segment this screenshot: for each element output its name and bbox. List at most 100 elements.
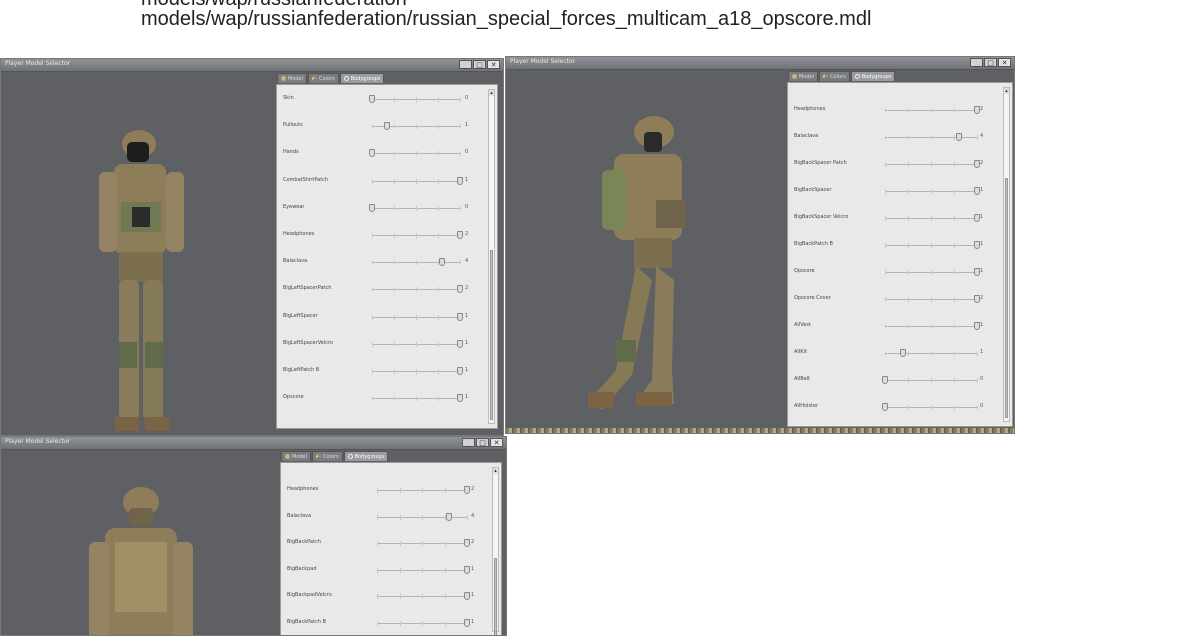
slider-tick bbox=[954, 108, 955, 113]
bodygroup-slider-knob[interactable] bbox=[457, 312, 463, 321]
title-bar[interactable]: Player Model Selector _ □ ✕ bbox=[1, 437, 506, 450]
slider-tick bbox=[885, 162, 886, 167]
bodygroup-slider-knob[interactable] bbox=[464, 592, 470, 600]
slider-tick bbox=[416, 178, 417, 184]
slider-tick bbox=[444, 567, 446, 573]
bodygroup-slider-knob[interactable] bbox=[457, 339, 463, 348]
tab-model[interactable]: Model bbox=[788, 71, 819, 81]
tab-colors[interactable]: Colors bbox=[312, 451, 343, 461]
bodygroup-row: Balaclava 4 bbox=[788, 131, 1000, 143]
scroll-thumb[interactable] bbox=[1005, 178, 1008, 418]
slider-tick bbox=[931, 189, 932, 194]
bodygroup-slider-knob[interactable] bbox=[464, 486, 470, 494]
bodygroup-slider-knob[interactable] bbox=[457, 176, 463, 185]
ground-strip bbox=[506, 428, 1014, 433]
scroll-up-arrow[interactable]: ▴ bbox=[489, 90, 494, 96]
slider-tick bbox=[399, 488, 401, 493]
minimize-button[interactable]: _ bbox=[459, 60, 472, 69]
slider-tick bbox=[394, 287, 395, 293]
slider-tick bbox=[394, 233, 395, 238]
bodygroup-value: 1 bbox=[465, 312, 469, 319]
maximize-button[interactable]: □ bbox=[476, 438, 489, 447]
window-title: Player Model Selector bbox=[5, 438, 71, 445]
slider-tick bbox=[372, 287, 373, 293]
slider-tick bbox=[394, 151, 395, 157]
soldier-model-front bbox=[99, 130, 184, 431]
vertical-scrollbar[interactable]: ▴ bbox=[488, 89, 495, 424]
bodygroup-slider-knob[interactable] bbox=[446, 512, 452, 521]
minimize-button[interactable]: _ bbox=[970, 58, 983, 67]
slider-tick bbox=[954, 297, 955, 302]
slider-tick bbox=[394, 178, 395, 184]
tab-model[interactable]: Model bbox=[281, 451, 312, 461]
slider-tick bbox=[931, 405, 932, 410]
vertical-scrollbar[interactable]: ▴ bbox=[1003, 87, 1010, 422]
bodygroup-value: 1 bbox=[980, 214, 984, 220]
bodygroup-slider-knob[interactable] bbox=[369, 203, 375, 212]
close-button[interactable]: ✕ bbox=[490, 438, 503, 447]
bodygroup-slider-knob[interactable] bbox=[369, 149, 375, 158]
bodygroup-slider-knob[interactable] bbox=[464, 565, 470, 574]
slider-tick bbox=[908, 324, 909, 329]
vertical-scrollbar[interactable]: ▴ bbox=[492, 467, 499, 635]
palette-icon bbox=[823, 74, 829, 79]
slider-tick bbox=[954, 405, 955, 410]
bodygroup-slider-knob[interactable] bbox=[464, 539, 470, 547]
tab-bodygroups[interactable]: Bodygroups bbox=[343, 451, 389, 461]
bodygroup-row: BigLeftSpacerPatch 2 bbox=[277, 283, 485, 295]
model-preview-viewport[interactable] bbox=[506, 70, 786, 433]
bodygroup-slider-knob[interactable] bbox=[457, 394, 463, 403]
bodygroup-slider-knob[interactable] bbox=[955, 133, 962, 141]
bodygroup-row: Headphones 2 bbox=[277, 229, 485, 241]
scroll-up-arrow[interactable]: ▴ bbox=[493, 468, 498, 474]
bodygroup-slider-knob[interactable] bbox=[369, 95, 375, 103]
bodygroup-slider-knob[interactable] bbox=[383, 122, 390, 131]
model-preview-viewport[interactable] bbox=[1, 72, 275, 435]
bodygroup-slider-knob[interactable] bbox=[439, 258, 446, 267]
bodygroup-label: BigLeftSpacerPatch bbox=[283, 285, 332, 292]
bodygroups-panel: Headphones 2 Balaclava 4 BigBackPatch 2 BigBac… bbox=[280, 462, 502, 635]
scroll-up-arrow[interactable]: ▴ bbox=[1004, 88, 1009, 94]
maximize-button[interactable]: □ bbox=[473, 60, 486, 69]
slider-tick bbox=[416, 396, 417, 402]
bodygroup-slider-knob[interactable] bbox=[882, 403, 888, 411]
gear-icon bbox=[347, 454, 353, 459]
slider-tick bbox=[422, 594, 423, 599]
tab-bodygroups[interactable]: Bodygroups bbox=[339, 73, 385, 83]
scroll-thumb[interactable] bbox=[490, 250, 493, 420]
minimize-button[interactable]: _ bbox=[462, 438, 475, 447]
scroll-thumb[interactable] bbox=[494, 558, 497, 635]
model-preview-viewport[interactable] bbox=[1, 450, 279, 635]
player-model-selector-window: Player Model Selector _ □ ✕ Model Colors… bbox=[0, 436, 507, 636]
bodygroup-slider-knob[interactable] bbox=[464, 618, 470, 627]
bodygroup-slider-knob[interactable] bbox=[457, 231, 463, 239]
slider-tick bbox=[399, 567, 401, 573]
slider-tick bbox=[908, 189, 909, 194]
bodygroup-slider-knob[interactable] bbox=[882, 376, 888, 384]
bodygroup-label: Eyewear bbox=[283, 203, 305, 210]
tab-bodygroups[interactable]: Bodygroups bbox=[850, 71, 896, 81]
title-bar[interactable]: Player Model Selector _ □ ✕ bbox=[1, 59, 503, 72]
bodygroup-label: Pullouts bbox=[283, 122, 303, 129]
bodygroup-value: 0 bbox=[465, 203, 469, 210]
bodygroup-slider-knob[interactable] bbox=[457, 285, 463, 294]
close-button[interactable]: ✕ bbox=[487, 60, 500, 69]
bodygroup-slider-knob[interactable] bbox=[457, 367, 463, 375]
tab-colors[interactable]: Colors bbox=[308, 73, 339, 83]
bodygroup-label: BigLeftSpacer bbox=[283, 312, 318, 319]
bodygroup-row: CombatShirtPatch 1 bbox=[277, 175, 485, 187]
slider-tick bbox=[460, 260, 461, 266]
slider-tick bbox=[885, 324, 886, 329]
maximize-button[interactable]: □ bbox=[984, 58, 997, 67]
bodygroup-slider-knob[interactable] bbox=[900, 349, 907, 357]
bodygroup-label: Balaclava bbox=[283, 258, 308, 265]
slider-tick bbox=[885, 216, 886, 221]
tab-colors[interactable]: Colors bbox=[819, 71, 850, 81]
title-bar[interactable]: Player Model Selector _ □ ✕ bbox=[506, 57, 1014, 70]
tab-model[interactable]: Model bbox=[277, 73, 308, 83]
slider-tick bbox=[954, 189, 955, 194]
close-button[interactable]: ✕ bbox=[998, 58, 1011, 67]
bodygroup-value: 1 bbox=[980, 349, 984, 355]
slider-tick bbox=[422, 620, 423, 626]
bodygroup-label: Skin bbox=[283, 95, 294, 101]
